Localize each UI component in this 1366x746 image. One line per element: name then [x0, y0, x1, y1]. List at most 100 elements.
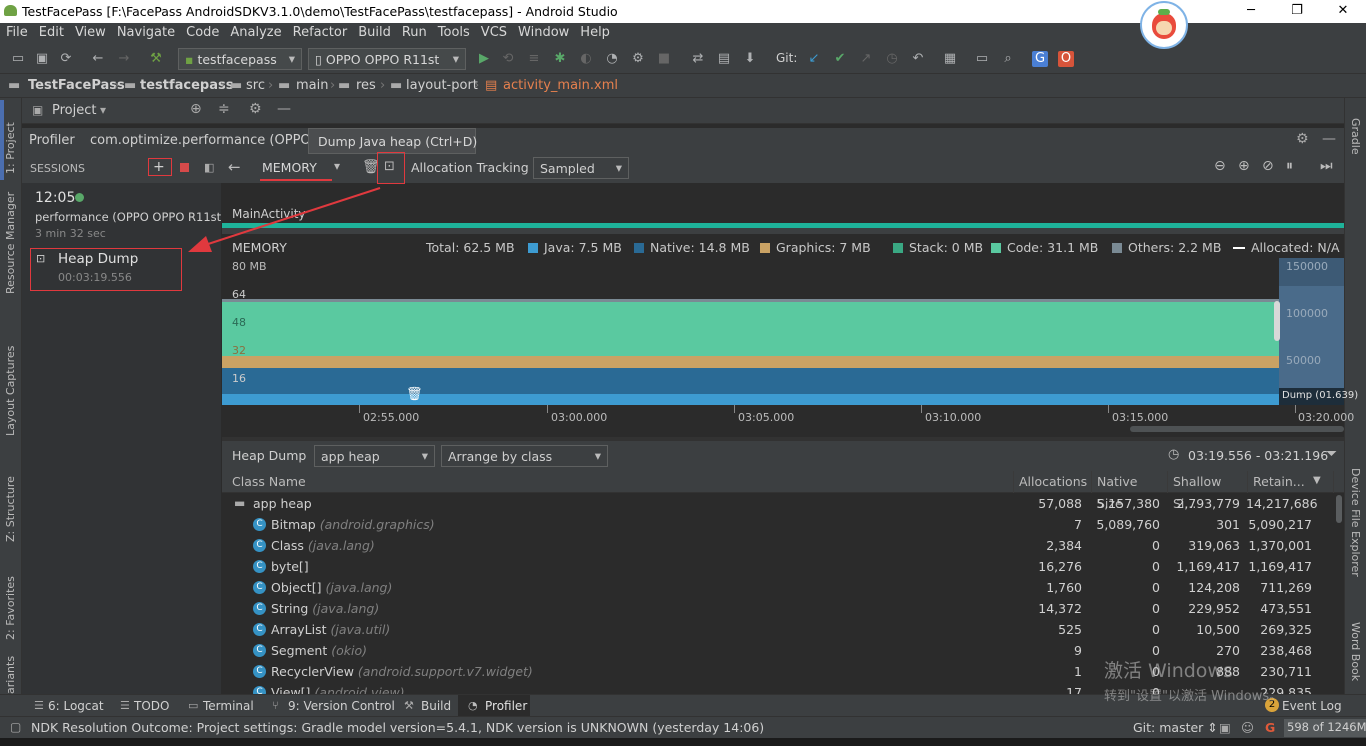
breadcrumb-item-file[interactable]: activity_main.xml [503, 78, 618, 93]
table-scrollbar[interactable] [1334, 493, 1344, 694]
profiler-tab[interactable]: Profiler [29, 133, 75, 148]
collapse-icon[interactable]: ≑ [218, 101, 230, 117]
profile-icon[interactable]: ◔ [604, 51, 620, 67]
save-icon[interactable]: ▣ [34, 51, 50, 67]
column-native-size[interactable]: Native Size [1092, 471, 1168, 511]
menu-build[interactable]: Build [352, 23, 396, 40]
run-icon[interactable]: ▶ [476, 51, 492, 67]
profiler-process-tab[interactable]: com.optimize.performance (OPPO OP [90, 133, 333, 148]
project-structure-icon[interactable]: ▦ [942, 51, 958, 67]
back-arrow-icon[interactable]: ← [90, 51, 106, 67]
table-row[interactable]: C Class (java.lang) 2,384 0 319,063 1,370,001 [222, 535, 1334, 556]
maximize-button[interactable]: ❐ [1274, 0, 1320, 23]
table-row-group[interactable]: ▬ app heap 57,088 5,157,380 2,793,779 14,217,… [222, 493, 1334, 514]
menu-tools[interactable]: Tools [432, 23, 475, 40]
git-history-icon[interactable]: ◷ [884, 51, 900, 67]
profiler-select[interactable]: MEMORY [262, 160, 317, 175]
table-row[interactable]: C Bitmap (android.graphics) 7 5,089,760 301 5… [222, 514, 1334, 535]
heap-select[interactable]: app heap [314, 445, 435, 467]
tab-profiler[interactable]: Profiler [485, 699, 527, 713]
menu-navigate[interactable]: Navigate [111, 23, 180, 40]
apply-code-icon[interactable]: ≡ [526, 51, 542, 67]
menu-file[interactable]: File [0, 23, 33, 40]
menu-code[interactable]: Code [180, 23, 224, 40]
translate-icon[interactable]: G [1032, 51, 1048, 67]
column-retained-size[interactable]: Retain... [1248, 471, 1334, 493]
office-icon[interactable]: O [1058, 51, 1074, 67]
tab-version-control[interactable]: 9: Version Control [288, 699, 395, 713]
device-select[interactable]: ▯ OPPO OPPO R11st [308, 48, 466, 70]
zoom-out-icon[interactable]: ⊖ [1214, 158, 1226, 174]
attach-debugger-icon[interactable]: ⚙ [630, 51, 646, 67]
allocation-mode-select[interactable]: Sampled [533, 157, 629, 179]
column-class-name[interactable]: Class Name [227, 471, 1014, 493]
column-shallow-size[interactable]: Shallow Si... [1168, 471, 1248, 511]
tool-tab-resource-manager[interactable]: Resource Manager [4, 192, 17, 294]
tab-logcat[interactable]: 6: Logcat [48, 699, 104, 713]
arrange-select[interactable]: Arrange by class [441, 445, 608, 467]
search-icon[interactable]: ⌕ [1000, 51, 1016, 67]
locate-icon[interactable]: ⊕ [190, 101, 202, 117]
table-row[interactable]: Cbyte[] 16,276 0 1,169,417 1,169,417 [222, 556, 1334, 577]
back-arrow-icon[interactable]: ← [228, 158, 241, 176]
breadcrumb-item-project[interactable]: TestFacePass [28, 78, 125, 93]
build-hammer-icon[interactable]: ⚒ [148, 51, 164, 67]
tool-tab-project[interactable]: 1: Project [4, 104, 17, 174]
git-rollback-icon[interactable]: ↶ [910, 51, 926, 67]
menu-help[interactable]: Help [574, 23, 615, 40]
tab-terminal[interactable]: Terminal [203, 699, 254, 713]
tool-tab-device-file-explorer[interactable]: Device File Explorer [1349, 468, 1362, 598]
selection-handle[interactable] [1274, 301, 1280, 341]
menu-window[interactable]: Window [512, 23, 574, 40]
layout-icon[interactable]: ▭ [974, 51, 990, 67]
breadcrumb-item-layout[interactable]: layout-port [406, 78, 478, 93]
tool-tab-structure[interactable]: Z: Structure [4, 462, 17, 542]
timeline-scrollbar[interactable] [1130, 426, 1344, 432]
table-row[interactable]: C String (java.lang) 14,372 0 229,952 473,551 [222, 598, 1334, 619]
apply-changes-icon[interactable]: ⟲ [500, 51, 516, 67]
tab-todo[interactable]: TODO [134, 699, 169, 713]
menu-edit[interactable]: Edit [33, 23, 69, 40]
tool-tab-favorites[interactable]: 2: Favorites [4, 560, 17, 640]
table-row[interactable]: C Object[] (java.lang) 1,760 0 124,208 711,26… [222, 577, 1334, 598]
tool-tab-build-variants[interactable]: ariants [4, 656, 17, 694]
avatar[interactable] [1140, 1, 1188, 49]
stop-session-icon[interactable] [180, 163, 189, 172]
coverage-icon[interactable]: ◐ [578, 51, 594, 67]
avd-manager-icon[interactable]: ▤ [716, 51, 732, 67]
pause-icon[interactable]: ⏸ [1286, 158, 1293, 174]
menu-vcs[interactable]: VCS [475, 23, 512, 40]
tool-tab-word-book[interactable]: Word Book [1349, 622, 1362, 692]
translate-icon[interactable]: G [1265, 720, 1275, 735]
collapse-panel-icon[interactable]: ◧ [204, 161, 214, 174]
breadcrumb-item-src[interactable]: src [246, 78, 265, 93]
inspector-icon[interactable]: ☺ [1241, 720, 1254, 735]
sdk-manager-icon[interactable]: ⬇ [742, 51, 758, 67]
memory-timeline[interactable]: MainActivity MEMORY Total: 62.5 MB Java:… [222, 183, 1358, 437]
column-allocations[interactable]: Allocations [1014, 471, 1092, 493]
sync-icon[interactable]: ⟳ [58, 51, 74, 67]
git-branch[interactable]: Git: master ⇕ [1133, 720, 1218, 735]
breadcrumb-item-main[interactable]: main [296, 78, 328, 93]
tool-tab-layout-captures[interactable]: Layout Captures [4, 336, 17, 436]
menu-view[interactable]: View [69, 23, 111, 40]
close-button[interactable]: ✕ [1320, 0, 1366, 23]
tool-windows-icon[interactable]: ▢ [10, 720, 21, 734]
hide-icon[interactable]: — [1322, 131, 1336, 147]
open-folder-icon[interactable]: ▭ [10, 51, 26, 67]
menu-refactor[interactable]: Refactor [287, 23, 353, 40]
zoom-in-icon[interactable]: ⊕ [1238, 158, 1250, 174]
settings-gear-icon[interactable]: ⚙ [1296, 131, 1309, 147]
reset-zoom-icon[interactable]: ⊘ [1262, 158, 1274, 174]
table-row[interactable]: C ArrayList (java.util) 525 0 10,500 269,325 [222, 619, 1334, 640]
debug-icon[interactable]: ✱ [552, 51, 568, 67]
hide-icon[interactable]: — [277, 101, 291, 117]
settings-gear-icon[interactable]: ⚙ [249, 101, 262, 117]
stop-icon[interactable]: ■ [656, 51, 672, 67]
tool-tab-gradle[interactable]: Gradle [1349, 118, 1362, 168]
menu-analyze[interactable]: Analyze [224, 23, 286, 40]
module-select[interactable]: ▪ testfacepass [178, 48, 302, 70]
project-view-select[interactable]: Project [52, 103, 96, 118]
menu-run[interactable]: Run [396, 23, 432, 40]
git-push-icon[interactable]: ↗ [858, 51, 874, 67]
